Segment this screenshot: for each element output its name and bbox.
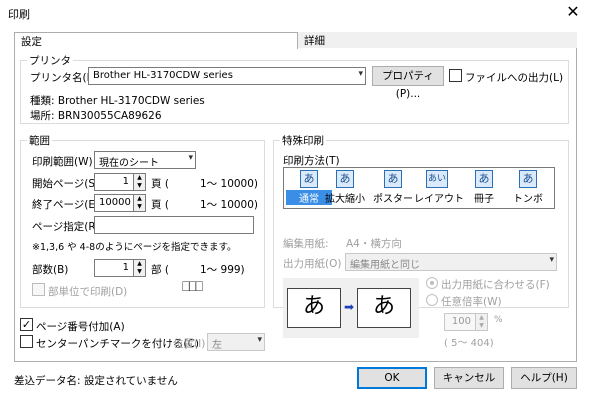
position-value: 左	[212, 340, 222, 351]
fit-paper-label: 出力用紙に合わせる(F)	[441, 279, 550, 291]
custom-scale-radio[interactable]	[426, 294, 438, 306]
position-select[interactable]: 左 ▾	[207, 333, 265, 351]
print-range-value: 現在のシート	[99, 158, 159, 169]
tab-details[interactable]: 詳細	[298, 32, 577, 48]
scale-print-icon: あ	[336, 170, 354, 188]
print-to-file-checkbox[interactable]	[449, 69, 462, 82]
method-scale[interactable]: あ 拡大縮小	[322, 169, 368, 207]
end-page-label: 終了ページ(E)	[32, 199, 100, 211]
print-range-label: 印刷範囲(W)	[32, 156, 93, 168]
collate-stack-icon: ⎕⎕⎕	[182, 279, 203, 295]
print-range-select[interactable]: 現在のシート ▾	[94, 151, 196, 169]
chevron-down-icon: ▾	[358, 69, 363, 79]
copies-label: 部数(B)	[32, 264, 69, 276]
end-page-range: 1〜 10000)	[200, 199, 259, 211]
method-layout[interactable]: あい レイアウト	[414, 169, 464, 207]
page-spec-note: ※1,3,6 や 4-8のようにページを指定できます。	[32, 242, 237, 253]
normal-print-icon: あ	[300, 170, 318, 188]
position-label: 位置(I)	[173, 338, 206, 350]
method-trim-marks-label: トンボ	[513, 194, 543, 205]
printer-group-label: プリンタ	[27, 53, 73, 68]
scale-unit: %	[494, 315, 503, 325]
end-page-unit: 頁 (	[151, 199, 169, 211]
help-button[interactable]: ヘルプ(H)	[511, 367, 577, 389]
copies-spinner[interactable]: ▲ ▼	[134, 259, 146, 277]
start-page-input[interactable]: 1	[94, 173, 134, 191]
printer-name-value: Brother HL-3170CDW series	[93, 70, 233, 81]
method-booklet[interactable]: あ 冊子	[461, 169, 507, 207]
edit-paper-value: A4・横方向	[346, 238, 402, 250]
method-trim-marks[interactable]: あ トンボ	[505, 169, 551, 207]
end-page-input[interactable]: 10000	[94, 194, 134, 212]
preview-source-page: あ	[287, 288, 341, 328]
scale-input[interactable]: 100	[444, 313, 476, 331]
ok-button[interactable]: OK	[357, 367, 427, 389]
start-page-range: 1〜 10000)	[200, 178, 259, 190]
punch-mark-checkbox[interactable]	[20, 335, 33, 348]
start-page-spinner[interactable]: ▲ ▼	[134, 173, 146, 191]
merge-data-label: 差込データ名:	[14, 375, 81, 387]
custom-scale-label: 任意倍率(W)	[441, 296, 502, 308]
print-preview: あ ➡ あ	[283, 278, 419, 338]
method-layout-label: レイアウト	[414, 194, 464, 205]
range-group-label: 範囲	[27, 133, 52, 148]
start-page-label: 開始ページ(S)	[32, 178, 100, 190]
tab-settings[interactable]: 設定	[14, 32, 298, 49]
arrow-right-icon: ➡	[344, 300, 355, 314]
output-paper-label: 出力用紙(O)	[283, 258, 342, 270]
output-paper-value: 編集用紙と同じ	[350, 260, 420, 271]
output-paper-select[interactable]: 編集用紙と同じ ▾	[345, 253, 557, 271]
merge-data-value: 設定されていません	[84, 375, 178, 387]
method-poster[interactable]: あ ポスター	[370, 169, 416, 207]
copies-range: 1〜 999)	[200, 264, 245, 276]
method-scale-label: 拡大縮小	[325, 194, 365, 205]
page-spec-input[interactable]	[94, 216, 254, 234]
printer-type-line: 種類: Brother HL-3170CDW series	[30, 95, 205, 107]
page-number-checkbox[interactable]: ✓	[20, 318, 33, 331]
method-poster-label: ポスター	[373, 194, 413, 205]
copies-input[interactable]: 1	[94, 259, 134, 277]
page-number-label: ページ番号付加(A)	[36, 321, 125, 333]
close-icon[interactable]: ✕	[562, 2, 584, 24]
print-to-file-label: ファイルへの出力(L)	[465, 72, 564, 84]
method-booklet-label: 冊子	[474, 194, 494, 205]
copies-unit: 部 (	[151, 264, 169, 276]
page-spec-label: ページ指定(R)	[32, 221, 100, 233]
trim-marks-print-icon: あ	[519, 170, 537, 188]
end-page-spinner[interactable]: ▲ ▼	[134, 194, 146, 212]
scale-range: ( 5〜 404)	[444, 338, 494, 349]
edit-paper-label: 編集用紙:	[283, 238, 329, 250]
window-title: 印刷	[8, 8, 30, 21]
preview-output-page: あ	[357, 288, 411, 328]
collate-checkbox[interactable]	[32, 283, 45, 296]
scale-spinner[interactable]: ▲ ▼	[476, 313, 488, 331]
title-bar: 印刷 ✕	[0, 0, 590, 26]
chevron-down-icon: ▾	[188, 153, 193, 163]
collate-label: 部単位で印刷(D)	[48, 286, 128, 298]
printer-name-select[interactable]: Brother HL-3170CDW series ▾	[88, 67, 366, 85]
cancel-button[interactable]: キャンセル	[434, 367, 504, 389]
print-method-label: 印刷方法(T)	[283, 155, 340, 167]
fit-paper-radio[interactable]	[426, 277, 438, 289]
chevron-down-icon: ▾	[257, 335, 262, 345]
chevron-down-icon: ▾	[549, 255, 554, 265]
special-print-group-label: 特殊印刷	[280, 133, 326, 148]
layout-print-icon: あい	[426, 170, 448, 188]
start-page-unit: 頁 (	[151, 178, 169, 190]
properties-button[interactable]: プロパティ(P)...	[372, 66, 444, 100]
poster-print-icon: あ	[384, 170, 402, 188]
printer-location-line: 場所: BRN30055CA89626	[30, 110, 162, 122]
booklet-print-icon: あ	[475, 170, 493, 188]
